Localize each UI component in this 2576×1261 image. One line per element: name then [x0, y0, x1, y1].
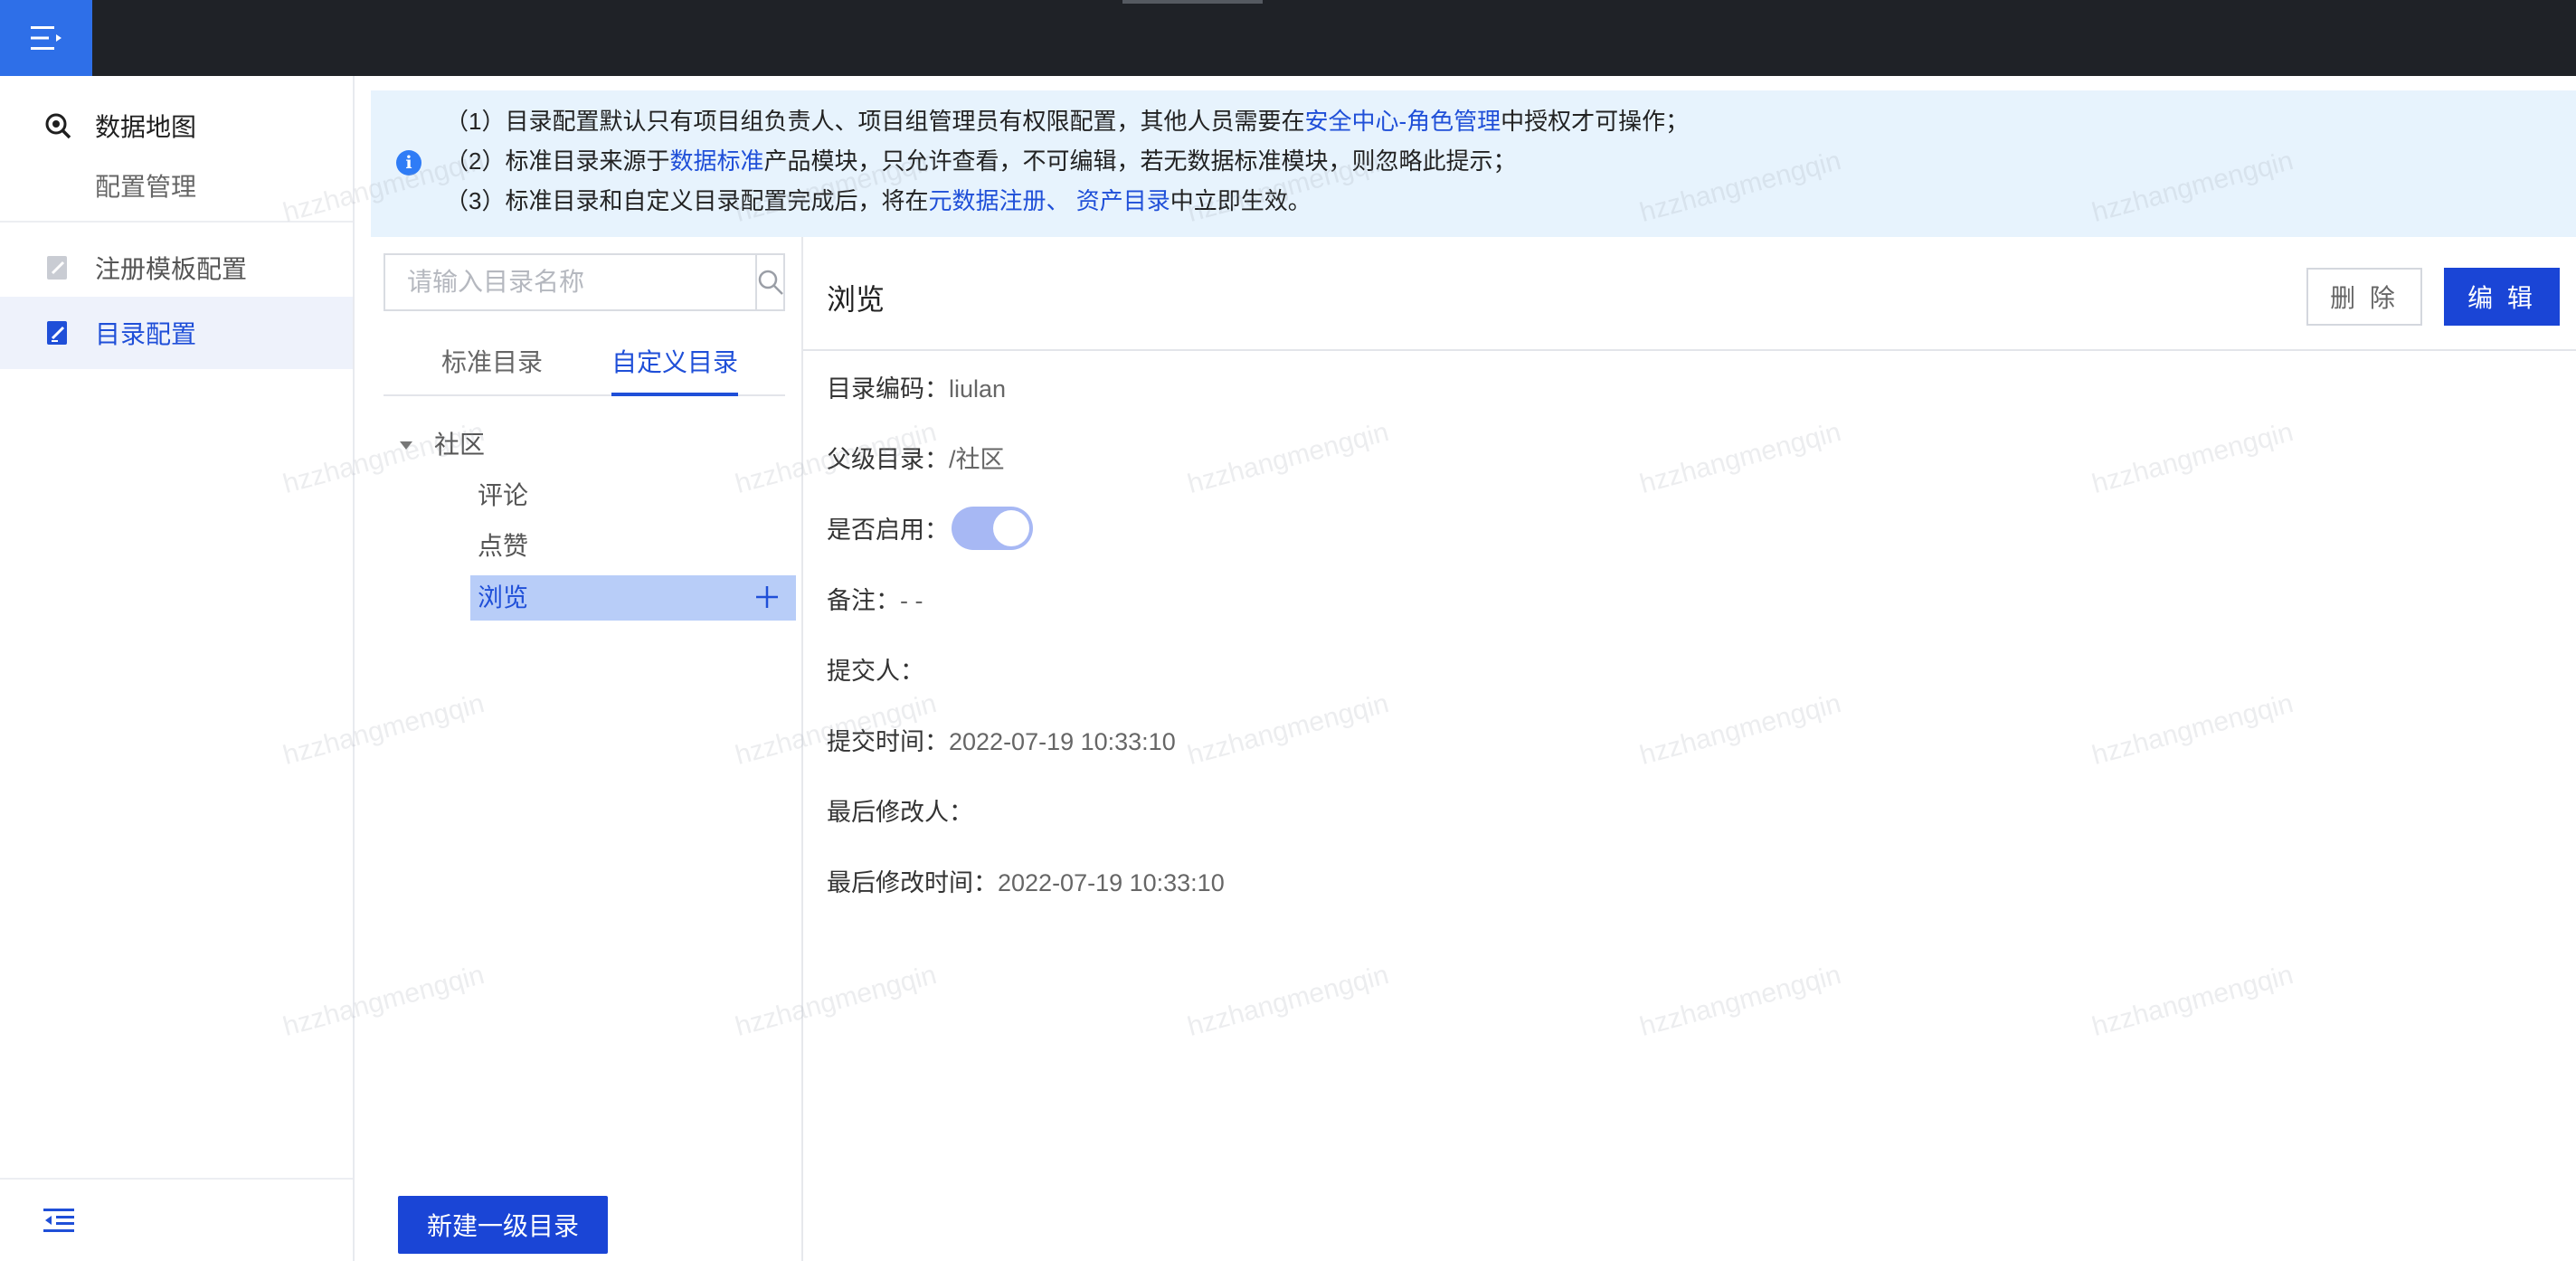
edit-document-icon: [47, 321, 67, 345]
sidebar-item-directory-config[interactable]: 目录配置: [0, 297, 353, 369]
sidebar-item-label: 注册模板配置: [95, 255, 248, 283]
detail-header: 浏览 删 除 编 辑: [803, 237, 2576, 351]
menu-icon: [31, 26, 62, 50]
field-enabled: 是否启用：: [827, 517, 949, 544]
directory-tabs: 标准目录 自定义目录: [384, 331, 785, 396]
toggle-knob: [993, 510, 1029, 546]
data-standard-link[interactable]: 数据标准: [669, 147, 763, 175]
security-center-link[interactable]: 安全中心-角色管理: [1304, 108, 1501, 135]
data-map-icon: [45, 113, 71, 139]
active-tab-indicator: [611, 393, 738, 396]
search-icon: [758, 270, 783, 295]
top-bar: [0, 0, 2576, 76]
sidebar-item-label: 数据地图: [95, 113, 197, 141]
tree-node[interactable]: 评论: [478, 476, 528, 516]
edit-button[interactable]: 编 辑: [2444, 268, 2560, 326]
add-child-icon[interactable]: [754, 584, 780, 610]
field-last-modified-time: 最后修改时间：2022-07-19 10:33:10: [827, 869, 1225, 896]
enabled-toggle[interactable]: [952, 507, 1033, 550]
search-input[interactable]: [385, 255, 755, 309]
banner-line-2: （2）标准目录来源于数据标准产品模块，只允许查看，不可编辑，若无数据标准模块，则…: [445, 147, 1517, 175]
tree-node-label: 浏览: [478, 583, 529, 612]
banner-line-3: （3）标准目录和自定义目录配置完成后，将在元数据注册、 资产目录中立即生效。: [445, 187, 1312, 214]
search-box: [384, 253, 785, 311]
field-parent-directory: 父级目录：/社区: [827, 446, 1005, 473]
sidebar-footer: [0, 1178, 353, 1261]
new-top-level-directory-button[interactable]: 新建一级目录: [398, 1196, 608, 1254]
field-last-modifier: 最后修改人：: [827, 799, 973, 826]
collapse-sidebar-icon[interactable]: [43, 1207, 74, 1234]
field-directory-code: 目录编码：liulan: [827, 375, 1007, 403]
expand-caret-icon[interactable]: [400, 441, 412, 450]
sidebar-item-label: 目录配置: [95, 320, 197, 348]
edit-document-icon: [47, 256, 67, 280]
field-remark: 备注：- -: [827, 587, 923, 614]
directory-detail-panel: 浏览 删 除 编 辑 目录编码：liulan 父级目录：/社区 是否启用： 备注…: [803, 237, 2576, 1261]
menu-toggle-button[interactable]: [0, 0, 92, 76]
field-submitter: 提交人：: [827, 658, 924, 685]
directory-tree-panel: 标准目录 自定义目录 社区 评论 点赞 浏览 新建一级目录: [371, 237, 803, 1261]
tab-standard-directory[interactable]: 标准目录: [441, 331, 543, 396]
sidebar: 数据地图 配置管理 注册模板配置 目录配置: [0, 76, 355, 1261]
detail-title: 浏览: [827, 283, 886, 316]
field-submit-time: 提交时间：2022-07-19 10:33:10: [827, 728, 1176, 755]
sidebar-item-data-map[interactable]: 数据地图: [0, 100, 353, 152]
sidebar-item-register-template[interactable]: 注册模板配置: [0, 235, 353, 300]
tab-custom-directory[interactable]: 自定义目录: [611, 331, 738, 396]
info-icon: i: [396, 150, 421, 175]
banner-line-1: （1）目录配置默认只有项目组负责人、项目组管理员有权限配置，其他人员需要在安全中…: [445, 108, 1690, 135]
sidebar-item-label: 配置管理: [95, 173, 197, 201]
info-banner: i （1）目录配置默认只有项目组负责人、项目组管理员有权限配置，其他人员需要在安…: [371, 90, 2576, 237]
tree-node[interactable]: 点赞: [478, 526, 528, 566]
sidebar-item-config-management[interactable]: 配置管理: [0, 163, 353, 208]
metadata-asset-link[interactable]: 元数据注册、 资产目录: [928, 187, 1170, 214]
tree-node-selected[interactable]: 浏览: [470, 575, 796, 621]
top-handle: [1122, 0, 1263, 4]
sidebar-divider: [0, 221, 353, 223]
delete-button[interactable]: 删 除: [2306, 268, 2422, 326]
search-button[interactable]: [755, 255, 784, 309]
tree-node-root[interactable]: 社区: [434, 425, 485, 465]
